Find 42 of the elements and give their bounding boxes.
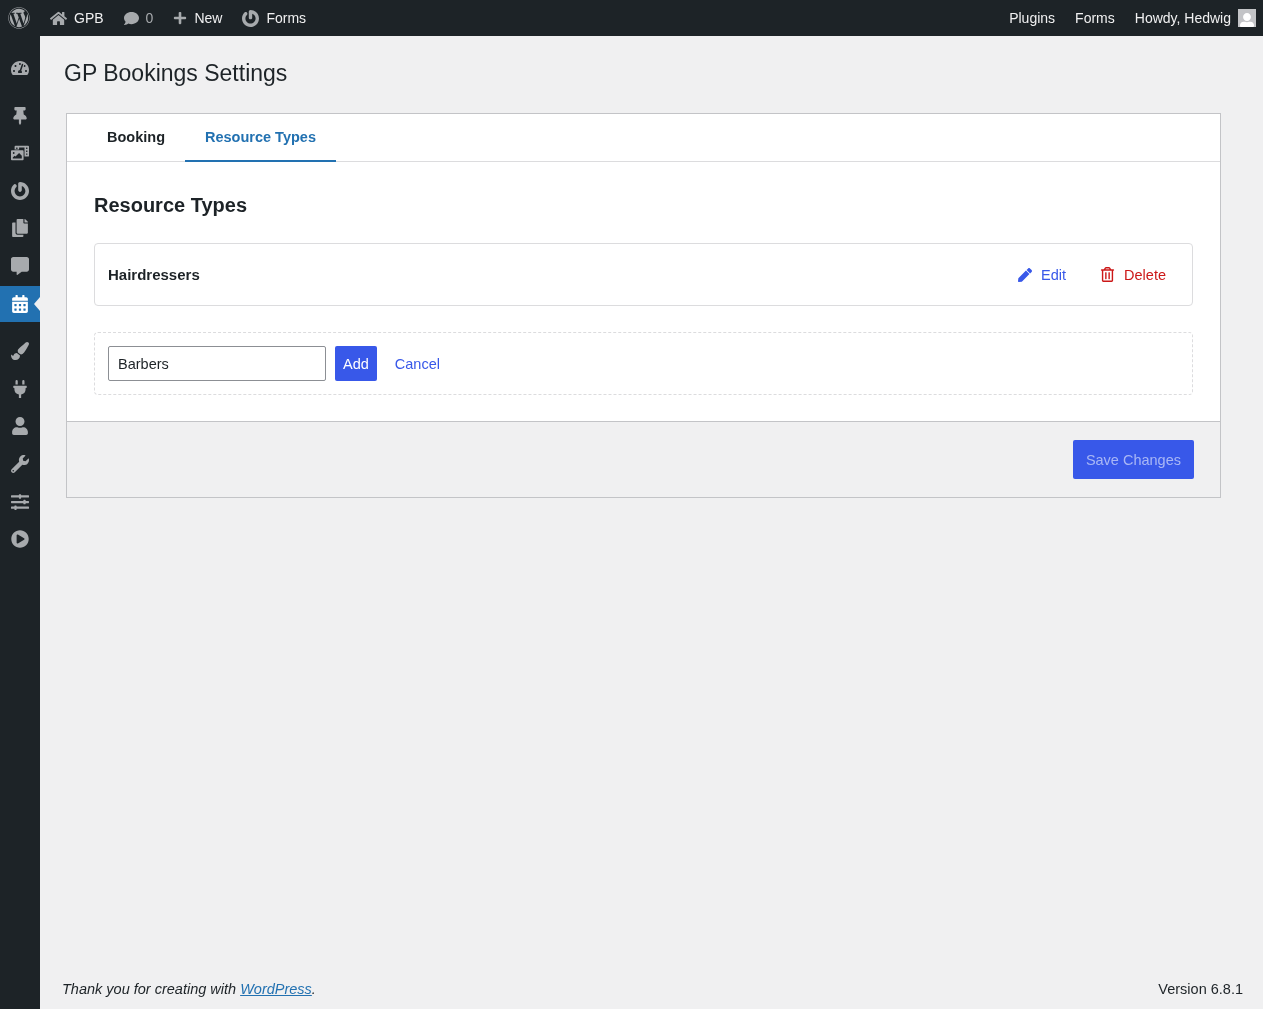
media-icon: [11, 144, 29, 163]
brush-icon: [11, 342, 29, 361]
comment-icon: [123, 10, 139, 26]
pin-icon: [11, 106, 29, 125]
footer-thanks-text: Thank you for creating with WordPress.: [62, 981, 316, 997]
forms-icon: [242, 9, 260, 27]
resource-type-name: Hairdressers: [108, 266, 201, 283]
house-icon: [50, 9, 67, 27]
page-title: GP Bookings Settings: [64, 60, 289, 87]
wordpress-link[interactable]: WordPress: [240, 981, 312, 997]
site-link[interactable]: GPB: [40, 0, 114, 36]
calendar-icon: [11, 294, 29, 313]
wrench-icon: [11, 454, 29, 473]
pages-icon: [11, 219, 29, 238]
forms-icon: [11, 181, 29, 200]
section-title: Resource Types: [94, 194, 249, 217]
gauge-icon: [11, 59, 29, 77]
plus-icon: [173, 11, 188, 25]
user-icon: [11, 417, 29, 436]
admin-bar-link[interactable]: Forms: [1065, 0, 1125, 36]
admin-bar-link[interactable]: Plugins: [999, 0, 1066, 36]
version-text: Version 6.8.1: [1158, 981, 1243, 997]
plug-icon: [11, 379, 29, 398]
account-link[interactable]: Howdy, Hedwig: [1124, 0, 1256, 36]
name-input-field[interactable]: Barbers: [108, 346, 326, 381]
avatar-icon: [1238, 9, 1256, 27]
trash-icon: [1100, 267, 1116, 282]
forms-link[interactable]: Forms: [232, 0, 317, 36]
cancel-link[interactable]: Cancel: [394, 355, 440, 372]
pencil-icon: [1018, 267, 1033, 282]
comment-icon: [11, 256, 29, 275]
current-menu-pointer: [34, 296, 40, 311]
tab[interactable]: Resource Types: [185, 114, 336, 162]
delete-link[interactable]: Delete: [1100, 266, 1166, 283]
edit-link[interactable]: Edit: [1018, 266, 1067, 283]
tab[interactable]: Booking: [87, 114, 185, 162]
comments-link[interactable]: 0: [113, 0, 164, 36]
add-button[interactable]: Add: [335, 346, 377, 381]
new-link[interactable]: New: [163, 0, 233, 36]
play-icon: [11, 530, 29, 549]
sidebar-menu-item[interactable]: [0, 285, 40, 322]
sliders-icon: [11, 492, 29, 511]
